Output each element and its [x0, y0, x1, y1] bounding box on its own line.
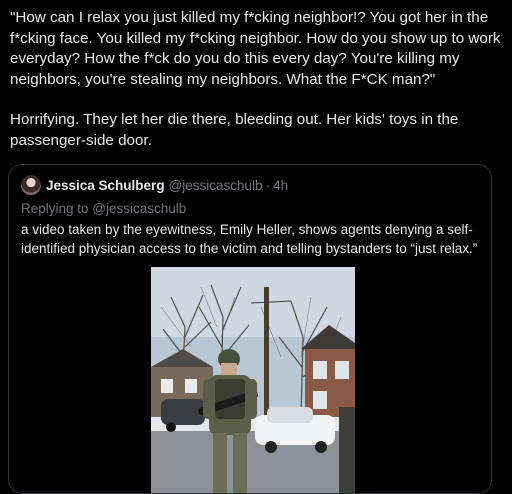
quoted-tweet-card[interactable]: Jessica Schulberg @jessicaschulb · 4h Re…	[8, 164, 492, 494]
header-separator: ·	[265, 177, 271, 193]
replying-to-label: Replying to @jessicaschulb	[21, 201, 187, 216]
quoted-tweet-media[interactable]	[151, 267, 355, 493]
tweet-text: "How can I relax you just killed my f*ck…	[10, 8, 502, 151]
tweet-paragraph-1: "How can I relax you just killed my f*ck…	[10, 9, 501, 88]
quoted-author-handle[interactable]: @jessicaschulb	[169, 178, 263, 193]
quoted-tweet-text: a video taken by the eyewitness, Emily H…	[21, 222, 478, 256]
quoted-tweet-header: Jessica Schulberg @jessicaschulb · 4h	[21, 175, 288, 195]
video-thumbnail-icon	[151, 267, 355, 493]
tweet-paragraph-2: Horrifying. They let her die there, blee…	[10, 111, 459, 149]
avatar[interactable]	[21, 175, 41, 195]
quoted-author-name[interactable]: Jessica Schulberg	[46, 178, 165, 193]
quoted-tweet-time[interactable]: 4h	[273, 178, 288, 193]
